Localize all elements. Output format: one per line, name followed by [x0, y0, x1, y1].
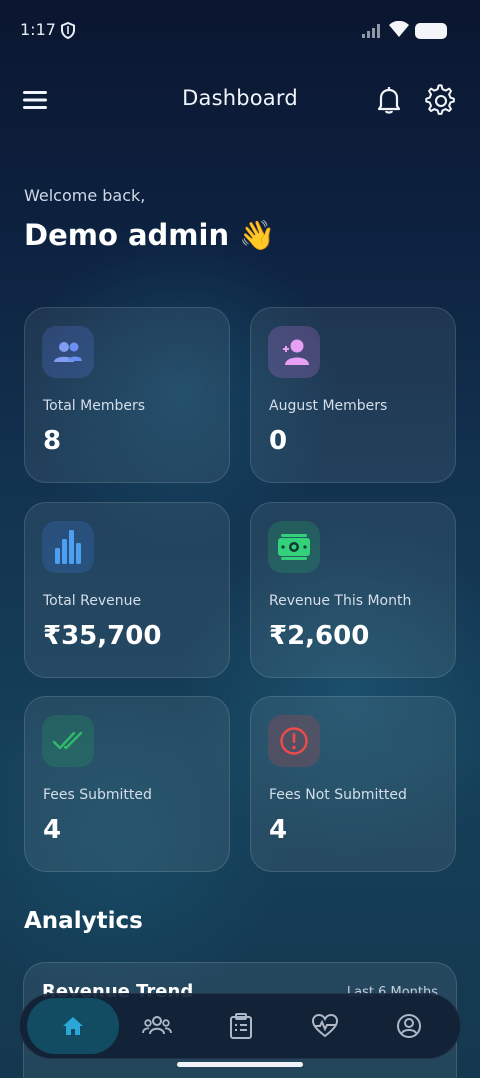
alert-circle-icon — [268, 715, 320, 767]
stat-label: Total Revenue — [43, 593, 142, 609]
stat-card-august-members[interactable]: August Members 0 — [250, 307, 456, 483]
cash-icon — [268, 521, 320, 573]
stat-value: 4 — [43, 815, 62, 845]
users-icon — [42, 326, 94, 378]
stat-value: ₹35,700 — [43, 621, 162, 651]
analytics-heading: Analytics — [24, 908, 143, 934]
stat-value: 4 — [269, 815, 288, 845]
gear-icon[interactable] — [424, 84, 458, 118]
nav-plans[interactable] — [195, 998, 287, 1054]
welcome-text: Welcome back, — [24, 186, 146, 205]
nav-home[interactable] — [27, 998, 119, 1054]
stat-value: 0 — [269, 426, 288, 456]
stat-label: Fees Submitted — [43, 787, 152, 803]
stat-card-total-members[interactable]: Total Members 8 — [24, 307, 230, 483]
nav-health[interactable] — [279, 998, 371, 1054]
group-icon — [142, 1016, 172, 1035]
shield-icon — [61, 22, 75, 39]
stat-label: Revenue This Month — [269, 593, 412, 609]
stat-label: Fees Not Submitted — [269, 787, 407, 803]
signal-icon — [362, 24, 380, 38]
stat-card-revenue-this-month[interactable]: Revenue This Month ₹2,600 — [250, 502, 456, 678]
bell-icon[interactable] — [374, 84, 404, 116]
double-check-icon — [42, 715, 94, 767]
home-indicator — [177, 1062, 303, 1067]
add-user-icon — [268, 326, 320, 378]
stat-value: ₹2,600 — [269, 621, 370, 651]
profile-icon — [397, 1014, 421, 1038]
stat-label: Total Members — [43, 398, 146, 414]
bar-chart-icon — [42, 521, 94, 573]
nav-profile[interactable] — [363, 998, 455, 1054]
wifi-icon — [389, 21, 409, 37]
home-icon — [63, 1017, 83, 1035]
battery-icon — [415, 23, 447, 39]
stat-card-fees-not-submitted[interactable]: Fees Not Submitted 4 — [250, 696, 456, 872]
heart-pulse-icon — [311, 1014, 339, 1038]
app-bar: Dashboard — [0, 74, 480, 126]
stat-card-total-revenue[interactable]: Total Revenue ₹35,700 — [24, 502, 230, 678]
bottom-nav — [19, 993, 461, 1059]
status-bar: 1:17 — [0, 0, 480, 62]
nav-members[interactable] — [111, 998, 203, 1054]
user-name: Demo admin 👋 — [24, 218, 276, 252]
stat-value: 8 — [43, 426, 62, 456]
status-time: 1:17 — [20, 20, 56, 39]
clipboard-icon — [230, 1013, 252, 1039]
stat-card-fees-submitted[interactable]: Fees Submitted 4 — [24, 696, 230, 872]
stat-label: August Members — [269, 398, 388, 414]
page-title: Dashboard — [182, 86, 298, 110]
